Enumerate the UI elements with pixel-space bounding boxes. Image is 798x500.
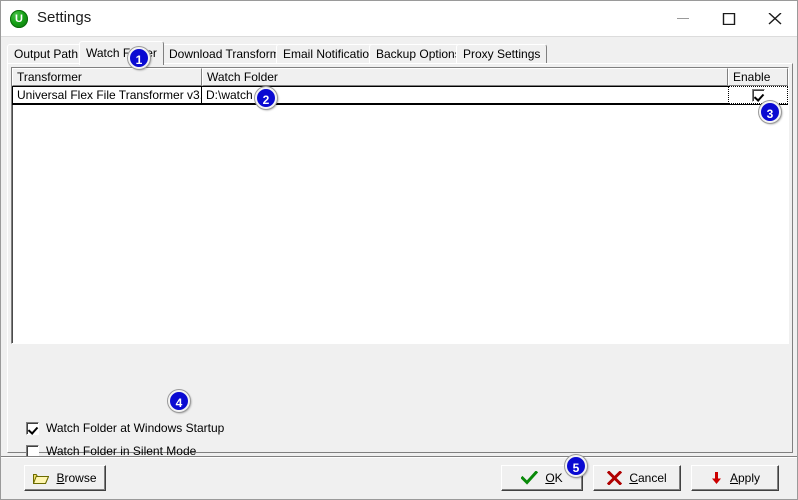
tab-backup-options[interactable]: Backup Options [369,44,468,63]
startup-checkbox[interactable] [26,421,39,435]
maximize-button[interactable] [707,1,753,36]
apply-rest: pply [738,471,761,485]
maximize-icon [722,13,736,25]
minimize-button[interactable] [661,1,707,36]
column-header-transformer[interactable]: Transformer [12,68,202,86]
callout-badge-4: 4 [168,390,190,412]
tab-watch-folder[interactable]: Watch Folder [79,41,164,65]
footer-divider [1,456,797,458]
row-separator [12,104,788,105]
browse-accel: B [56,471,65,485]
ok-button-label: OK [545,471,562,485]
watch-folder-tab-page: Transformer Watch Folder Enable Universa… [7,63,793,458]
red-down-arrow-icon [711,472,721,484]
close-button[interactable] [753,1,797,36]
browse-button[interactable]: Browse [24,465,106,491]
ok-accel: O [545,471,555,485]
list-header-row: Transformer Watch Folder Enable [12,68,788,86]
browse-rest: rowse [64,471,97,485]
cancel-rest: ancel [637,471,667,485]
cell-watch-folder[interactable]: D:\watch [202,86,728,104]
enable-checkbox[interactable] [751,88,765,102]
window-title: Settings [37,9,92,26]
apply-button[interactable]: Apply [691,465,779,491]
minimize-icon [677,18,689,19]
tab-strip: Output Path Watch Folder Download Transf… [7,41,793,65]
startup-checkbox-label: Watch Folder at Windows Startup [46,421,225,435]
cell-transformer[interactable]: Universal Flex File Transformer v3.22 [12,86,202,104]
cancel-button-label: Cancel [629,471,666,485]
green-check-icon [521,471,539,485]
callout-badge-5: 5 [565,455,587,477]
tab-output-path[interactable]: Output Path [7,44,86,63]
title-bar: U Settings [1,1,797,37]
table-row[interactable]: Universal Flex File Transformer v3.22 D:… [12,86,788,104]
apply-accel: A [729,471,738,485]
cell-enable[interactable] [728,86,788,104]
close-icon [768,13,782,25]
column-header-watch-folder[interactable]: Watch Folder [202,68,728,86]
folder-open-icon [33,473,50,484]
callout-badge-1: 1 [128,47,150,69]
ok-rest: K [554,471,563,485]
red-x-icon [607,471,623,485]
tab-email-notification[interactable]: Email Notification [276,44,383,63]
callout-badge-2: 2 [255,87,277,109]
apply-button-label: Apply [730,471,760,485]
settings-window: U Settings Output Path Watch Folder Down… [0,0,798,500]
option-watch-folder-at-startup[interactable]: Watch Folder at Windows Startup [26,421,224,435]
cancel-accel: C [629,471,638,485]
tab-proxy-settings[interactable]: Proxy Settings [456,44,548,63]
cancel-button[interactable]: Cancel [593,465,681,491]
column-header-enable[interactable]: Enable [728,68,788,86]
app-icon-letter: U [15,13,23,25]
browse-button-label: Browse [56,471,96,485]
app-icon-universal: U [10,10,28,28]
watch-folder-list[interactable]: Transformer Watch Folder Enable Universa… [11,67,789,344]
callout-badge-3: 3 [759,101,781,123]
